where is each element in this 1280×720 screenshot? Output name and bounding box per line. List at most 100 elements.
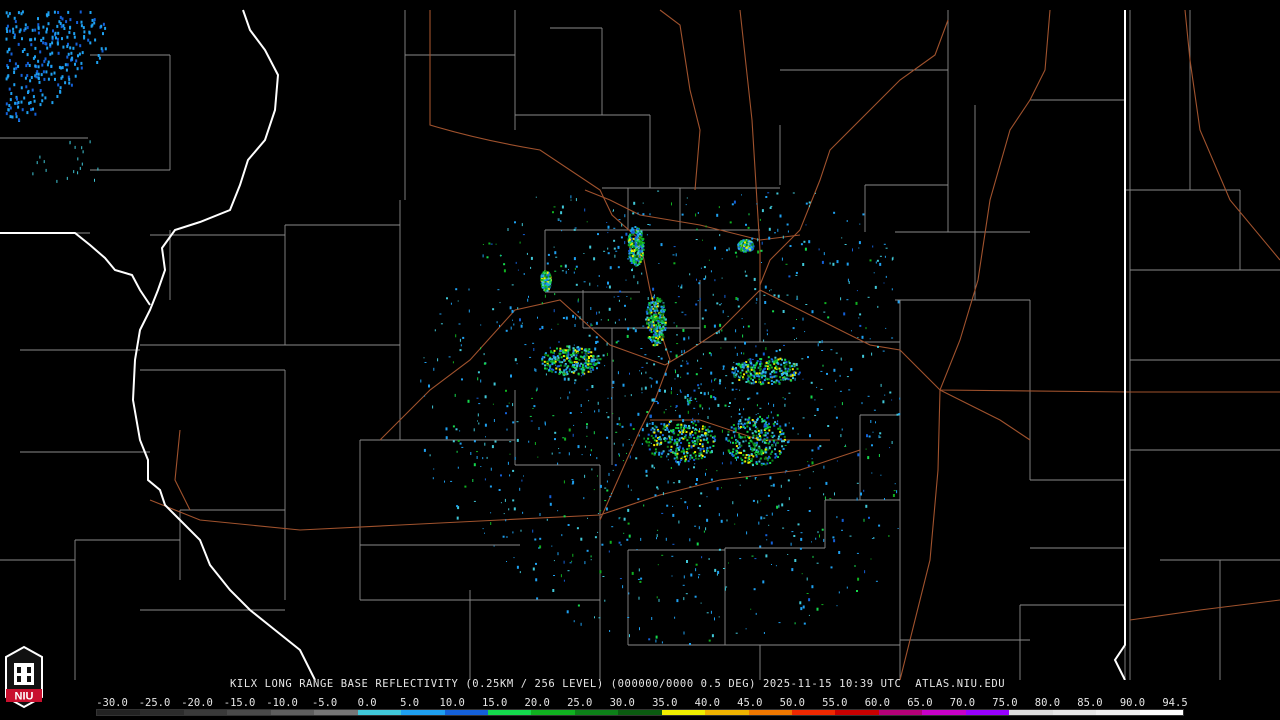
echo-pixel	[680, 459, 683, 461]
echo-pixel	[738, 376, 741, 379]
colorbar-tick-label: 80.0	[1034, 697, 1061, 709]
echo-pixel	[571, 560, 573, 562]
echo-pixel	[73, 35, 76, 39]
echo-pixel	[695, 483, 698, 485]
echo-pixel	[877, 305, 879, 308]
echo-pixel	[653, 466, 655, 469]
echo-pixel	[732, 431, 735, 434]
echo-pixel	[541, 302, 543, 305]
echo-pixel	[507, 228, 509, 231]
echo-pixel	[68, 77, 71, 81]
echo-pixel	[547, 277, 550, 280]
echo-pixel	[557, 218, 560, 220]
echo-pixel	[877, 345, 879, 348]
echo-pixel	[896, 413, 899, 416]
echo-pixel	[666, 504, 669, 507]
echo-pixel	[445, 436, 448, 440]
echo-pixel	[698, 576, 699, 579]
echo-pixel	[710, 395, 713, 399]
echo-pixel	[64, 63, 67, 67]
echo-pixel	[657, 430, 660, 433]
echo-pixel	[655, 400, 658, 402]
echo-pixel	[104, 47, 107, 51]
colorbar-segment	[97, 710, 141, 715]
echo-pixel	[865, 327, 867, 330]
echo-pixel	[679, 389, 681, 392]
echo-pixel	[748, 375, 751, 378]
echo-pixel	[549, 365, 552, 368]
echo-pixel	[642, 253, 645, 256]
echo-pixel	[595, 336, 598, 339]
echo-pixel	[744, 270, 746, 273]
echo-pixel	[647, 326, 650, 329]
echo-pixel	[684, 395, 687, 399]
echo-pixel	[744, 456, 747, 459]
echo-pixel	[792, 327, 795, 330]
echo-pixel	[806, 593, 809, 594]
echo-pixel	[79, 10, 82, 14]
echo-pixel	[484, 442, 486, 446]
echo-pixel	[636, 230, 639, 233]
echo-pixel	[625, 232, 628, 236]
echo-pixel	[750, 608, 752, 610]
echo-pixel	[783, 361, 786, 364]
echo-pixel	[432, 477, 434, 480]
echo-pixel	[846, 376, 849, 378]
echo-pixel	[484, 532, 485, 534]
echo-pixel	[480, 347, 482, 350]
echo-pixel	[703, 392, 706, 396]
echo-pixel	[68, 81, 71, 85]
echo-pixel	[7, 108, 10, 112]
echo-pixel	[580, 622, 582, 626]
echo-pixel	[893, 490, 896, 492]
echo-pixel	[802, 317, 804, 321]
colorbar-segment	[183, 710, 228, 715]
echo-pixel	[775, 379, 778, 382]
echo-pixel	[60, 76, 63, 80]
echo-pixel	[742, 423, 745, 426]
echo-pixel	[516, 421, 519, 423]
echo-pixel	[821, 604, 824, 606]
echo-pixel	[840, 434, 842, 438]
echo-pixel	[675, 253, 677, 257]
echo-pixel	[678, 480, 681, 484]
echo-pixel	[758, 435, 761, 437]
echo-pixel	[80, 66, 83, 70]
echo-pixel	[640, 348, 643, 349]
colorbar-tick-label: 60.0	[864, 697, 891, 709]
echo-pixel	[694, 428, 697, 430]
echo-pixel	[635, 457, 638, 460]
echo-pixel	[44, 42, 47, 45]
echo-pixel	[658, 263, 660, 264]
echo-pixel	[661, 329, 663, 332]
echo-pixel	[572, 553, 574, 557]
echo-pixel	[737, 456, 739, 459]
echo-pixel	[53, 71, 56, 75]
echo-pixel	[697, 435, 700, 438]
echo-pixel	[734, 346, 736, 349]
echo-pixel	[658, 453, 661, 456]
echo-pixel	[557, 552, 559, 556]
echo-pixel	[666, 455, 668, 458]
echo-pixel	[587, 370, 590, 373]
echo-pixel	[75, 42, 78, 46]
echo-pixel	[630, 252, 633, 254]
echo-pixel	[490, 467, 492, 471]
echo-pixel	[100, 24, 103, 28]
echo-pixel	[685, 593, 688, 595]
echo-pixel	[669, 450, 672, 453]
echo-pixel	[856, 482, 859, 484]
echo-pixel	[39, 50, 42, 54]
echo-pixel	[668, 435, 671, 438]
echo-pixel	[632, 246, 635, 249]
echo-pixel	[636, 549, 638, 550]
echo-pixel	[42, 36, 45, 40]
echo-pixel	[804, 331, 806, 333]
echo-pixel	[573, 228, 576, 231]
echo-pixel	[591, 385, 594, 388]
echo-pixel	[635, 239, 638, 242]
echo-pixel	[869, 338, 871, 340]
echo-pixel	[622, 443, 624, 447]
echo-pixel	[516, 363, 518, 365]
echo-pixel	[630, 297, 632, 300]
